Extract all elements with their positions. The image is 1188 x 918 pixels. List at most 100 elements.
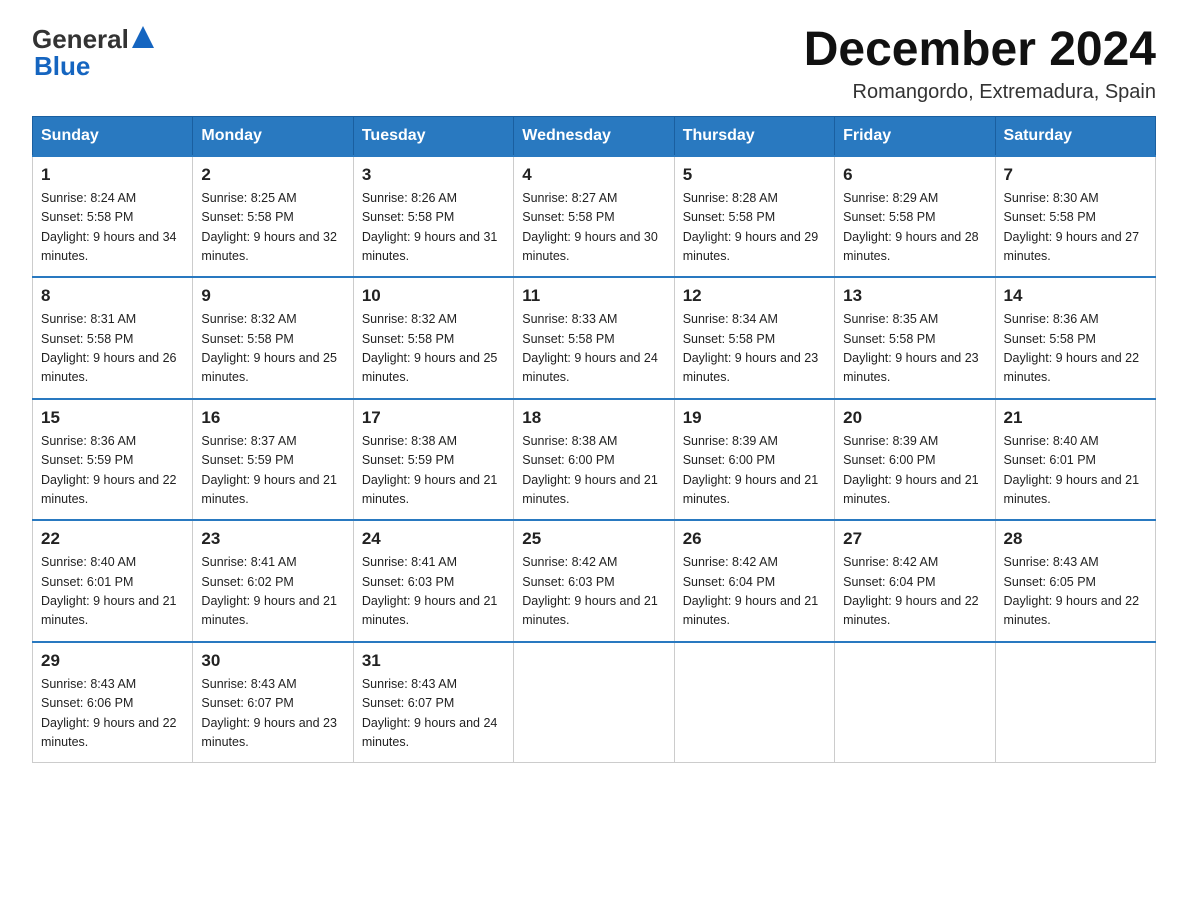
table-row: 25 Sunrise: 8:42 AMSunset: 6:03 PMDaylig… — [514, 520, 674, 642]
day-info: Sunrise: 8:41 AMSunset: 6:02 PMDaylight:… — [201, 555, 337, 627]
day-info: Sunrise: 8:32 AMSunset: 5:58 PMDaylight:… — [362, 312, 498, 384]
day-number: 5 — [683, 165, 826, 185]
table-row: 26 Sunrise: 8:42 AMSunset: 6:04 PMDaylig… — [674, 520, 834, 642]
day-info: Sunrise: 8:36 AMSunset: 5:58 PMDaylight:… — [1004, 312, 1140, 384]
calendar-week-2: 8 Sunrise: 8:31 AMSunset: 5:58 PMDayligh… — [33, 277, 1156, 399]
table-row: 11 Sunrise: 8:33 AMSunset: 5:58 PMDaylig… — [514, 277, 674, 399]
day-info: Sunrise: 8:42 AMSunset: 6:03 PMDaylight:… — [522, 555, 658, 627]
logo-triangle-icon — [132, 26, 154, 48]
table-row: 2 Sunrise: 8:25 AMSunset: 5:58 PMDayligh… — [193, 156, 353, 278]
day-number: 29 — [41, 651, 184, 671]
day-info: Sunrise: 8:43 AMSunset: 6:05 PMDaylight:… — [1004, 555, 1140, 627]
day-number: 28 — [1004, 529, 1147, 549]
day-info: Sunrise: 8:24 AMSunset: 5:58 PMDaylight:… — [41, 191, 177, 263]
day-number: 6 — [843, 165, 986, 185]
day-info: Sunrise: 8:27 AMSunset: 5:58 PMDaylight:… — [522, 191, 658, 263]
day-info: Sunrise: 8:37 AMSunset: 5:59 PMDaylight:… — [201, 434, 337, 506]
table-row: 20 Sunrise: 8:39 AMSunset: 6:00 PMDaylig… — [835, 399, 995, 521]
day-info: Sunrise: 8:34 AMSunset: 5:58 PMDaylight:… — [683, 312, 819, 384]
month-year-title: December 2024 — [804, 24, 1156, 77]
day-number: 1 — [41, 165, 184, 185]
day-number: 12 — [683, 286, 826, 306]
day-info: Sunrise: 8:42 AMSunset: 6:04 PMDaylight:… — [683, 555, 819, 627]
day-number: 25 — [522, 529, 665, 549]
day-info: Sunrise: 8:36 AMSunset: 5:59 PMDaylight:… — [41, 434, 177, 506]
table-row: 22 Sunrise: 8:40 AMSunset: 6:01 PMDaylig… — [33, 520, 193, 642]
table-row: 23 Sunrise: 8:41 AMSunset: 6:02 PMDaylig… — [193, 520, 353, 642]
day-number: 30 — [201, 651, 344, 671]
day-info: Sunrise: 8:39 AMSunset: 6:00 PMDaylight:… — [843, 434, 979, 506]
table-row: 29 Sunrise: 8:43 AMSunset: 6:06 PMDaylig… — [33, 642, 193, 763]
day-number: 18 — [522, 408, 665, 428]
day-number: 26 — [683, 529, 826, 549]
day-info: Sunrise: 8:38 AMSunset: 6:00 PMDaylight:… — [522, 434, 658, 506]
day-number: 22 — [41, 529, 184, 549]
day-number: 31 — [362, 651, 505, 671]
calendar-week-4: 22 Sunrise: 8:40 AMSunset: 6:01 PMDaylig… — [33, 520, 1156, 642]
calendar-week-5: 29 Sunrise: 8:43 AMSunset: 6:06 PMDaylig… — [33, 642, 1156, 763]
table-row: 13 Sunrise: 8:35 AMSunset: 5:58 PMDaylig… — [835, 277, 995, 399]
table-row: 15 Sunrise: 8:36 AMSunset: 5:59 PMDaylig… — [33, 399, 193, 521]
col-monday: Monday — [193, 116, 353, 156]
table-row: 14 Sunrise: 8:36 AMSunset: 5:58 PMDaylig… — [995, 277, 1155, 399]
table-row: 3 Sunrise: 8:26 AMSunset: 5:58 PMDayligh… — [353, 156, 513, 278]
day-number: 21 — [1004, 408, 1147, 428]
day-number: 20 — [843, 408, 986, 428]
day-number: 11 — [522, 286, 665, 306]
day-info: Sunrise: 8:43 AMSunset: 6:07 PMDaylight:… — [201, 677, 337, 749]
day-number: 27 — [843, 529, 986, 549]
col-friday: Friday — [835, 116, 995, 156]
day-number: 17 — [362, 408, 505, 428]
page-header: General Blue December 2024 Romangordo, E… — [32, 24, 1156, 104]
table-row: 8 Sunrise: 8:31 AMSunset: 5:58 PMDayligh… — [33, 277, 193, 399]
col-wednesday: Wednesday — [514, 116, 674, 156]
table-row: 12 Sunrise: 8:34 AMSunset: 5:58 PMDaylig… — [674, 277, 834, 399]
day-info: Sunrise: 8:43 AMSunset: 6:07 PMDaylight:… — [362, 677, 498, 749]
table-row — [514, 642, 674, 763]
day-info: Sunrise: 8:28 AMSunset: 5:58 PMDaylight:… — [683, 191, 819, 263]
table-row: 21 Sunrise: 8:40 AMSunset: 6:01 PMDaylig… — [995, 399, 1155, 521]
table-row: 17 Sunrise: 8:38 AMSunset: 5:59 PMDaylig… — [353, 399, 513, 521]
calendar-table: Sunday Monday Tuesday Wednesday Thursday… — [32, 116, 1156, 764]
table-row: 10 Sunrise: 8:32 AMSunset: 5:58 PMDaylig… — [353, 277, 513, 399]
title-block: December 2024 Romangordo, Extremadura, S… — [804, 24, 1156, 104]
day-info: Sunrise: 8:40 AMSunset: 6:01 PMDaylight:… — [41, 555, 177, 627]
logo-blue-text: Blue — [32, 51, 90, 82]
day-number: 19 — [683, 408, 826, 428]
day-info: Sunrise: 8:26 AMSunset: 5:58 PMDaylight:… — [362, 191, 498, 263]
day-number: 16 — [201, 408, 344, 428]
day-info: Sunrise: 8:42 AMSunset: 6:04 PMDaylight:… — [843, 555, 979, 627]
day-number: 14 — [1004, 286, 1147, 306]
day-info: Sunrise: 8:33 AMSunset: 5:58 PMDaylight:… — [522, 312, 658, 384]
table-row: 16 Sunrise: 8:37 AMSunset: 5:59 PMDaylig… — [193, 399, 353, 521]
col-saturday: Saturday — [995, 116, 1155, 156]
table-row: 1 Sunrise: 8:24 AMSunset: 5:58 PMDayligh… — [33, 156, 193, 278]
table-row: 4 Sunrise: 8:27 AMSunset: 5:58 PMDayligh… — [514, 156, 674, 278]
table-row: 18 Sunrise: 8:38 AMSunset: 6:00 PMDaylig… — [514, 399, 674, 521]
table-row: 24 Sunrise: 8:41 AMSunset: 6:03 PMDaylig… — [353, 520, 513, 642]
day-number: 13 — [843, 286, 986, 306]
day-number: 4 — [522, 165, 665, 185]
table-row — [835, 642, 995, 763]
day-info: Sunrise: 8:39 AMSunset: 6:00 PMDaylight:… — [683, 434, 819, 506]
table-row: 6 Sunrise: 8:29 AMSunset: 5:58 PMDayligh… — [835, 156, 995, 278]
day-info: Sunrise: 8:43 AMSunset: 6:06 PMDaylight:… — [41, 677, 177, 749]
day-info: Sunrise: 8:38 AMSunset: 5:59 PMDaylight:… — [362, 434, 498, 506]
day-number: 2 — [201, 165, 344, 185]
table-row: 31 Sunrise: 8:43 AMSunset: 6:07 PMDaylig… — [353, 642, 513, 763]
table-row: 5 Sunrise: 8:28 AMSunset: 5:58 PMDayligh… — [674, 156, 834, 278]
calendar-header-row: Sunday Monday Tuesday Wednesday Thursday… — [33, 116, 1156, 156]
day-info: Sunrise: 8:32 AMSunset: 5:58 PMDaylight:… — [201, 312, 337, 384]
table-row: 27 Sunrise: 8:42 AMSunset: 6:04 PMDaylig… — [835, 520, 995, 642]
table-row: 9 Sunrise: 8:32 AMSunset: 5:58 PMDayligh… — [193, 277, 353, 399]
day-number: 9 — [201, 286, 344, 306]
day-info: Sunrise: 8:25 AMSunset: 5:58 PMDaylight:… — [201, 191, 337, 263]
logo: General Blue — [32, 24, 154, 82]
day-number: 15 — [41, 408, 184, 428]
day-info: Sunrise: 8:30 AMSunset: 5:58 PMDaylight:… — [1004, 191, 1140, 263]
day-info: Sunrise: 8:40 AMSunset: 6:01 PMDaylight:… — [1004, 434, 1140, 506]
col-sunday: Sunday — [33, 116, 193, 156]
calendar-week-1: 1 Sunrise: 8:24 AMSunset: 5:58 PMDayligh… — [33, 156, 1156, 278]
location-subtitle: Romangordo, Extremadura, Spain — [804, 81, 1156, 104]
col-tuesday: Tuesday — [353, 116, 513, 156]
